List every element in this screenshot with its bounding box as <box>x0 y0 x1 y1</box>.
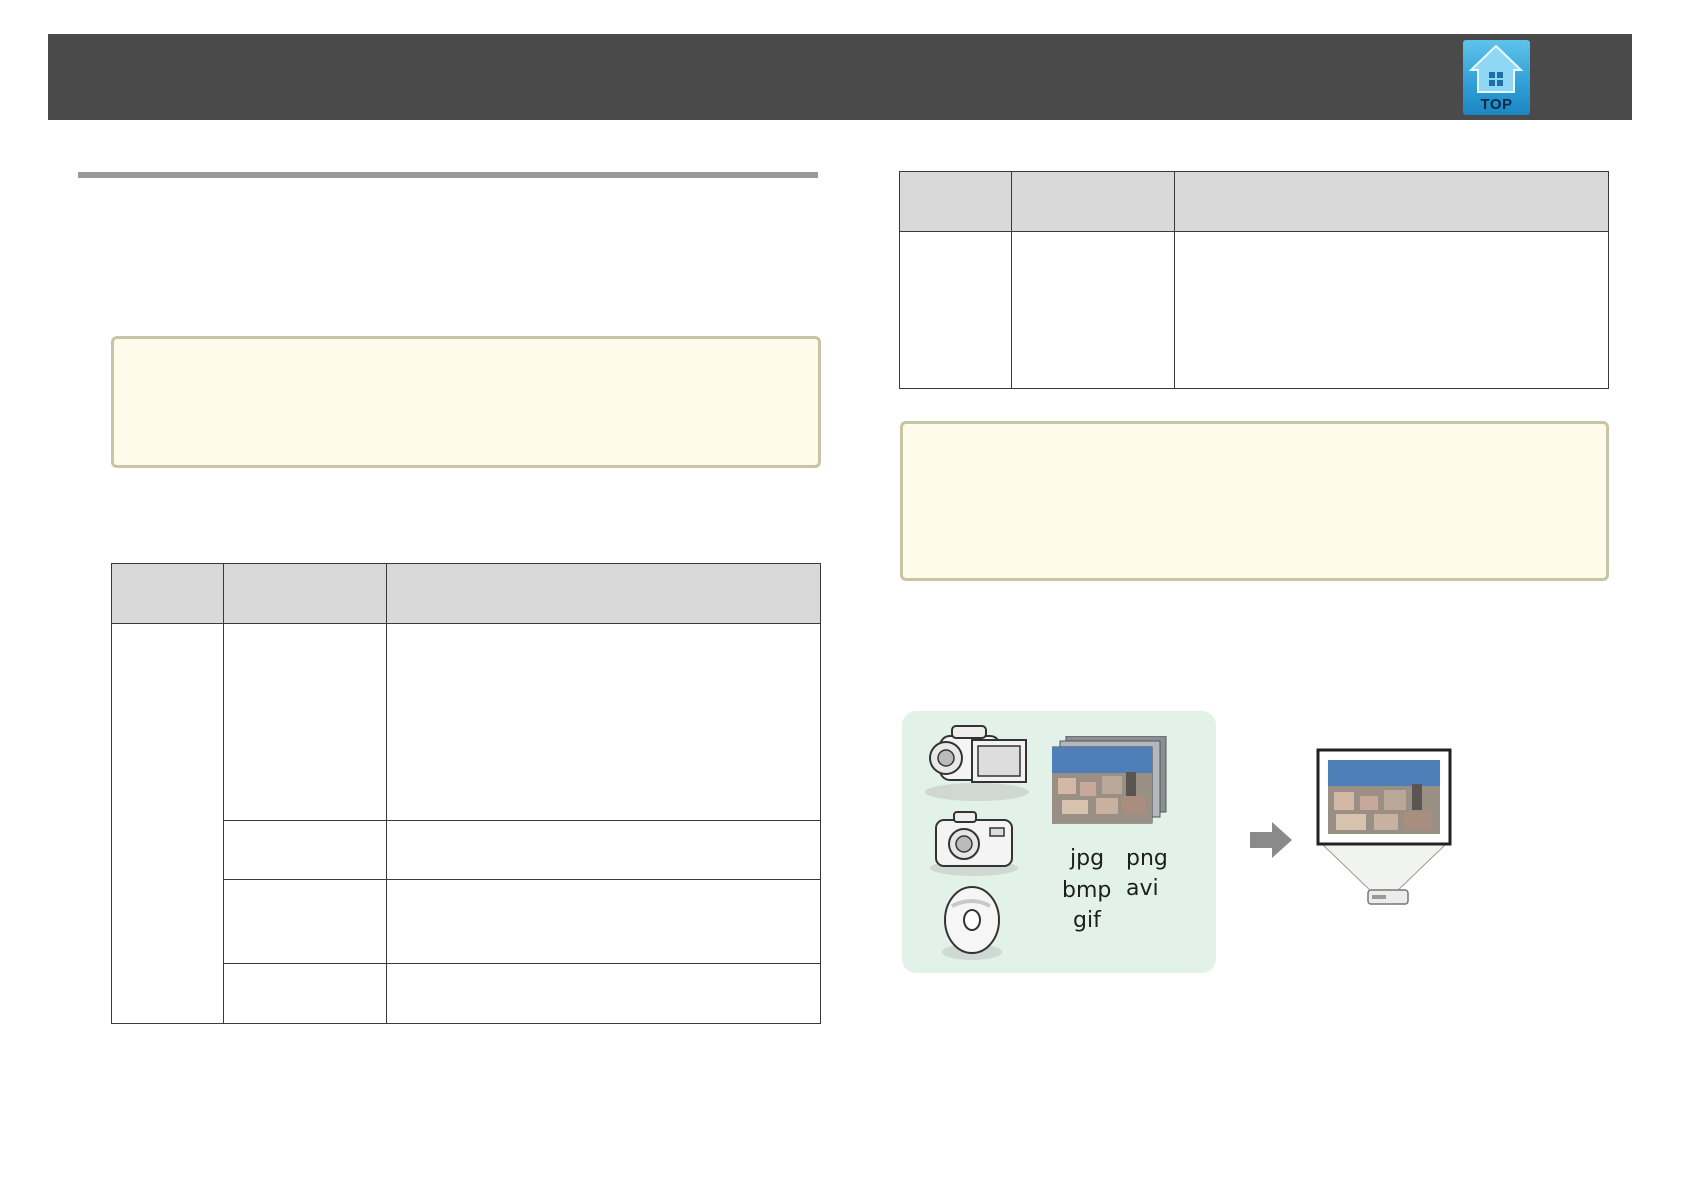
disc-icon <box>942 886 1002 960</box>
table-header-cell <box>386 563 821 624</box>
table-cell <box>386 820 821 880</box>
table-row <box>899 231 1609 389</box>
table-cell <box>386 879 821 964</box>
file-type-table-continued <box>899 171 1609 389</box>
digital-camera-icon <box>930 811 1018 876</box>
table-header-row <box>111 563 821 624</box>
projector-screen-icon <box>1316 748 1452 905</box>
format-label-gif: gif <box>1073 908 1101 933</box>
format-label-png: png <box>1126 846 1168 871</box>
table-header-row <box>899 171 1609 232</box>
format-label-avi: avi <box>1126 876 1159 901</box>
table-header-cell <box>899 171 1012 232</box>
table-cell <box>386 623 821 821</box>
table-cell <box>1011 231 1175 389</box>
table-cell <box>899 231 1012 389</box>
table-header-cell <box>223 563 387 624</box>
table-cell <box>223 879 387 964</box>
table-cell <box>223 963 387 1024</box>
home-icon <box>1469 44 1524 93</box>
table-cell <box>223 820 387 880</box>
table-header-cell <box>111 563 224 624</box>
photo-stack-icon <box>1052 736 1167 824</box>
table-row <box>111 623 821 1024</box>
table-header-cell <box>1011 171 1175 232</box>
table-cell <box>111 623 224 1024</box>
format-label-jpg: jpg <box>1070 846 1105 871</box>
header-bar <box>48 34 1632 120</box>
top-button-label: TOP <box>1480 96 1513 113</box>
table-cell <box>223 623 387 821</box>
video-camera-icon <box>925 725 1029 801</box>
section-title-rule <box>78 172 818 178</box>
format-label-bmp: bmp <box>1062 878 1112 903</box>
note-box <box>900 421 1609 581</box>
table-cell <box>386 963 821 1024</box>
table-header-cell <box>1174 171 1609 232</box>
note-box <box>111 336 821 468</box>
table-cell <box>1174 231 1609 389</box>
arrow-right-icon <box>1250 822 1292 858</box>
top-button[interactable]: TOP <box>1463 40 1530 115</box>
file-type-table <box>111 563 821 1024</box>
